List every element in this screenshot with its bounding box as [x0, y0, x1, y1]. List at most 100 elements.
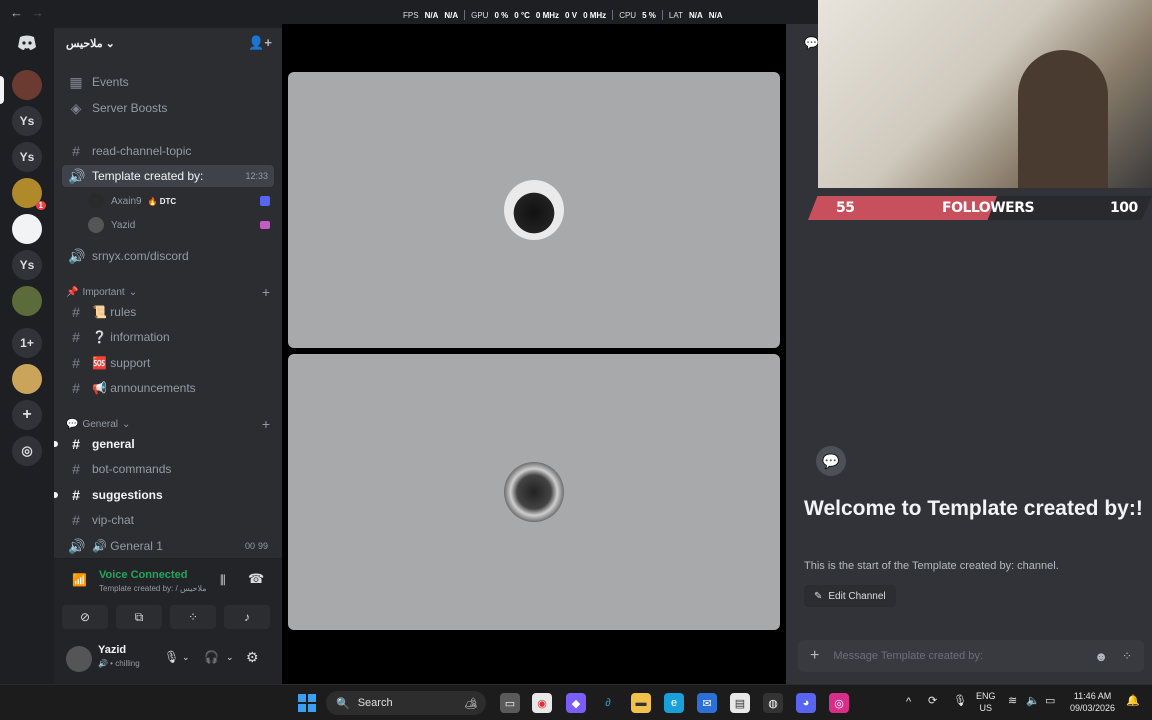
chat-icon[interactable]: 💬 — [804, 36, 819, 50]
screen-share-button[interactable]: ⧉ — [116, 605, 162, 629]
task-view-icon[interactable]: ▭ — [500, 693, 520, 713]
server-icon-photo[interactable] — [12, 286, 42, 316]
battery-icon[interactable]: ▭ — [1045, 695, 1055, 707]
add-member-icon[interactable]: 👤+ — [248, 35, 272, 51]
store-icon[interactable]: ▤ — [730, 693, 750, 713]
activities-button[interactable]: ⁘ — [170, 605, 216, 629]
notifications-icon[interactable]: 🔔 — [1126, 695, 1140, 707]
voice-video-grid — [282, 24, 786, 684]
sidebar-item-boosts[interactable]: ◈ Server Boosts — [62, 97, 274, 119]
instagram-icon[interactable]: ◎ — [829, 693, 849, 713]
tray-app-icon[interactable]: ⟳ — [928, 695, 937, 707]
discord-home-icon[interactable] — [12, 28, 42, 58]
unread-indicator — [54, 441, 58, 447]
tray-mic-icon[interactable]: 🎙 — [953, 695, 967, 707]
channel-srnyx[interactable]: 🔊 srnyx.com/discord — [62, 245, 274, 267]
category-important[interactable]: 📌 Important ⌄ + — [66, 284, 270, 300]
channel-general-1[interactable]: 🔊 🔊 General 1 00 99 — [62, 535, 274, 557]
settings-gear-icon[interactable]: ⚙ — [246, 649, 259, 666]
server-initials: Ys — [19, 114, 35, 128]
server-ys-1[interactable]: Ys — [12, 106, 42, 136]
soundboard-button[interactable]: ♪ — [224, 605, 270, 629]
user-panel: Yazid 🔊 • chilling 🎙 ⌄ 🎧 ⌄ ⚙ — [54, 636, 282, 684]
lat-value: N/A — [688, 10, 703, 20]
headphones-icon[interactable]: 🎧 — [204, 650, 219, 664]
chevron-down-icon: ⌄ — [128, 286, 138, 298]
chevron-down-icon[interactable]: ⌄ — [182, 652, 190, 663]
voice-status-title[interactable]: Voice Connected — [99, 569, 187, 581]
back-arrow-icon[interactable]: ← — [10, 5, 23, 20]
channel-label: vip-chat — [92, 513, 135, 527]
server-1plus[interactable]: 1+ — [12, 328, 42, 358]
selected-indicator — [0, 76, 4, 104]
disconnect-icon[interactable]: ☎ — [248, 571, 264, 587]
channel-label: bot-commands — [92, 462, 172, 476]
wifi-icon[interactable]: ≋ — [1008, 695, 1017, 707]
message-composer[interactable]: + Message Template created by: ☻ ⁘ — [798, 640, 1144, 672]
chrome-icon[interactable]: ◉ — [532, 693, 552, 713]
camera-off-button[interactable]: ⊘ — [62, 605, 108, 629]
copilot-icon[interactable]: ◆ — [566, 693, 586, 713]
participant-tile-axain9[interactable] — [288, 72, 780, 348]
channel-rules[interactable]: # 📜 rules — [62, 301, 274, 323]
add-channel-icon[interactable]: + — [262, 416, 270, 432]
nav-arrows: ← → — [10, 5, 52, 20]
edit-channel-button[interactable]: ✎ Edit Channel — [804, 585, 896, 607]
channel-read-channel-topic[interactable]: # read-channel-topic — [62, 140, 274, 162]
hash-icon: # — [72, 304, 80, 320]
voice-user[interactable]: Axain9 🔥 DTC — [88, 191, 270, 211]
user-avatar[interactable] — [66, 646, 92, 672]
channel-support[interactable]: # 🆘 support — [62, 352, 274, 374]
discord-taskbar-icon[interactable]: ◕ — [796, 693, 816, 713]
lat-label: LAT — [668, 10, 683, 20]
volume-icon[interactable]: 🔈 — [1026, 695, 1040, 707]
search-icon: 🔍 — [336, 697, 350, 710]
apps-icon[interactable]: ⁘ — [1122, 649, 1132, 663]
chevron-down-icon[interactable]: ⌄ — [226, 652, 234, 663]
add-server-icon[interactable]: + — [12, 400, 42, 430]
server-ys-2[interactable]: Ys — [12, 142, 42, 172]
windows-start-icon[interactable] — [298, 694, 316, 712]
noise-suppression-icon[interactable]: ⫼ — [220, 573, 226, 588]
category-label: Important — [82, 286, 125, 298]
tray-chevron-icon[interactable]: ^ — [906, 696, 911, 708]
file-explorer-icon[interactable]: ▬ — [631, 693, 651, 713]
channel-announcements[interactable]: # 📢 announcements — [62, 377, 274, 399]
obs-icon[interactable]: ◍ — [763, 693, 783, 713]
sidebar-item-events[interactable]: ▦ Events — [62, 71, 274, 93]
channel-general[interactable]: # general — [62, 433, 274, 455]
attach-plus-icon[interactable]: + — [810, 647, 819, 665]
fps-value-2: N/A — [444, 10, 459, 20]
server-icon-gold[interactable]: 1 — [12, 178, 46, 210]
server-icon-face[interactable] — [12, 214, 42, 244]
app-icon[interactable]: ∂ — [598, 693, 618, 713]
voice-user[interactable]: Yazid — [88, 215, 270, 235]
pencil-icon: ✎ — [814, 590, 823, 602]
edge-icon[interactable]: e — [664, 693, 684, 713]
emoji-icon[interactable]: ☻ — [1094, 649, 1108, 664]
channel-information[interactable]: # ❔ information — [62, 326, 274, 348]
explore-icon[interactable]: ◎ — [12, 436, 42, 466]
category-general[interactable]: 💬 General ⌄ + — [66, 416, 270, 432]
server-ys-3[interactable]: Ys — [12, 250, 42, 280]
channel-template-voice[interactable]: 🔊 Template created by: 12:33 — [62, 165, 274, 187]
server-icon-food[interactable] — [12, 364, 42, 394]
signal-icon[interactable]: 📶 — [72, 573, 87, 587]
user-status[interactable]: 🔊 • chilling — [98, 659, 140, 668]
voice-channel-path[interactable]: Template created by: / ملاحيس — [99, 584, 207, 593]
language-indicator[interactable]: ENG US — [976, 690, 996, 714]
participant-tile-yazid[interactable] — [288, 354, 780, 630]
microphone-icon[interactable]: 🎙 — [164, 650, 179, 664]
user-name[interactable]: Yazid — [98, 644, 126, 656]
taskbar-search[interactable]: 🔍 Search 🏕 — [326, 691, 486, 715]
forward-arrow-icon[interactable]: → — [31, 5, 44, 20]
mail-icon[interactable]: ✉ — [697, 693, 717, 713]
channel-vip-chat[interactable]: # vip-chat — [62, 509, 274, 531]
server-header[interactable]: ملاحيس ⌄ 👤+ — [54, 28, 282, 58]
soundboard-icon: ♪ — [244, 610, 250, 624]
channel-suggestions[interactable]: # suggestions — [62, 484, 274, 506]
channel-bot-commands[interactable]: # bot-commands — [62, 458, 274, 480]
add-channel-icon[interactable]: + — [262, 284, 270, 300]
server-avatar[interactable] — [12, 70, 42, 100]
clock[interactable]: 11:46 AM 09/03/2026 — [1070, 690, 1115, 714]
